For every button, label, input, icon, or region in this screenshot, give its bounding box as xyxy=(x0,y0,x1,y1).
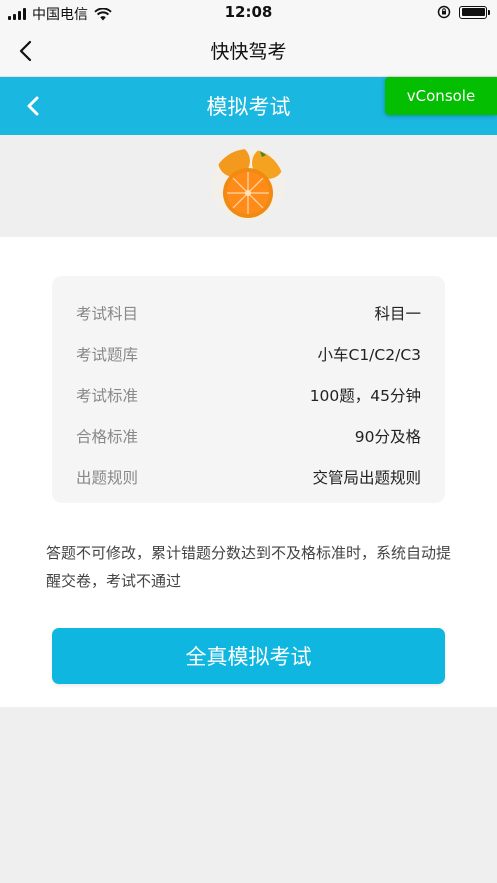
status-right xyxy=(437,5,490,19)
main-content: 考试科目 科目一 考试题库 小车C1/C2/C3 考试标准 100题，45分钟 … xyxy=(0,237,497,707)
info-label: 出题规则 xyxy=(76,468,139,487)
info-row-standard: 考试标准 100题，45分钟 xyxy=(76,374,421,415)
info-value: 交管局出题规则 xyxy=(312,468,421,487)
info-label: 考试题库 xyxy=(76,345,139,364)
vconsole-button[interactable]: vConsole xyxy=(385,77,497,115)
info-row-subject: 考试科目 科目一 xyxy=(76,292,421,333)
info-label: 合格标准 xyxy=(76,427,139,446)
start-mock-exam-button[interactable]: 全真模拟考试 xyxy=(52,628,445,684)
status-bar: 中国电信 12:08 xyxy=(0,0,497,24)
info-row-pass-standard: 合格标准 90分及格 xyxy=(76,415,421,456)
battery-icon xyxy=(459,5,490,19)
nav-bar: 快快驾考 xyxy=(0,24,497,77)
exam-info-card: 考试科目 科目一 考试题库 小车C1/C2/C3 考试标准 100题，45分钟 … xyxy=(52,276,445,503)
orientation-lock-icon xyxy=(437,5,451,19)
nav-title: 快快驾考 xyxy=(210,41,287,63)
info-value: 90分及格 xyxy=(354,427,421,446)
info-value: 科目一 xyxy=(374,304,421,323)
info-row-rules: 出题规则 交管局出题规则 xyxy=(76,456,421,497)
info-label: 考试科目 xyxy=(76,304,139,323)
exam-notice: 答题不可修改，累计错题分数达到不及格标准时，系统自动提醒交卷，考试不通过 xyxy=(46,544,452,590)
info-label: 考试标准 xyxy=(76,386,139,405)
orange-avatar-icon xyxy=(212,149,284,221)
status-time: 12:08 xyxy=(224,3,273,21)
avatar-area xyxy=(0,135,497,237)
info-value: 小车C1/C2/C3 xyxy=(317,345,422,364)
info-row-question-bank: 考试题库 小车C1/C2/C3 xyxy=(76,333,421,374)
info-value: 100题，45分钟 xyxy=(309,386,421,405)
